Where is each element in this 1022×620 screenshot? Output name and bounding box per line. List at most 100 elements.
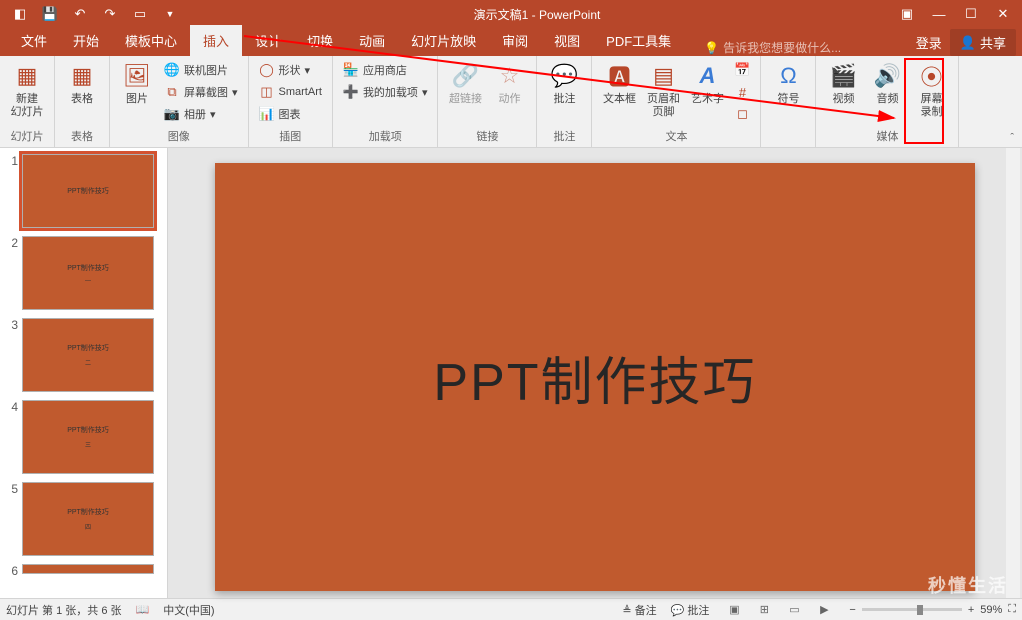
- ribbon-tabs: 文件 开始 模板中心 插入 设计 切换 动画 幻灯片放映 审阅 视图 PDF工具…: [0, 28, 1022, 56]
- undo-icon[interactable]: ↶: [68, 2, 92, 26]
- object-button[interactable]: ◻: [730, 104, 754, 124]
- comments-button[interactable]: 💬 批注: [671, 602, 710, 618]
- redo-icon[interactable]: ↷: [98, 2, 122, 26]
- album-icon: 📷: [164, 106, 180, 122]
- screenshot-button[interactable]: ⧉屏幕截图 ▾: [160, 82, 242, 102]
- slide-number-button[interactable]: #: [730, 82, 754, 102]
- zoom-out-icon[interactable]: −: [849, 604, 855, 616]
- language-indicator[interactable]: 中文(中国): [163, 602, 214, 618]
- pictures-icon: 🖼: [121, 60, 153, 92]
- ribbon-options-icon[interactable]: ▣: [892, 2, 922, 26]
- tab-slideshow[interactable]: 幻灯片放映: [398, 25, 489, 56]
- zoom-slider[interactable]: [862, 608, 962, 611]
- normal-view-icon[interactable]: ▣: [723, 602, 745, 618]
- hyperlink-icon: 🔗: [449, 60, 481, 92]
- thumbnail-6[interactable]: [22, 564, 154, 574]
- header-footer-icon: ▤: [647, 60, 679, 92]
- sorter-view-icon[interactable]: ⊞: [753, 602, 775, 618]
- close-icon[interactable]: ✕: [988, 2, 1018, 26]
- comment-icon: 💬: [548, 60, 580, 92]
- window-title: 演示文稿1 - PowerPoint: [182, 6, 892, 23]
- chart-icon: 📊: [259, 106, 275, 122]
- login-link[interactable]: 登录: [916, 33, 942, 52]
- fit-window-icon[interactable]: ⛶: [1008, 603, 1016, 616]
- share-icon: 👤: [960, 35, 976, 51]
- qat-more-icon[interactable]: ▼: [158, 2, 182, 26]
- symbol-icon: Ω: [772, 60, 804, 92]
- slide-thumbnail-panel[interactable]: 1 PPT制作技巧 2 PPT制作技巧— 3 PPT制作技巧二 4 PPT制作技…: [0, 148, 168, 598]
- reading-view-icon[interactable]: ▭: [783, 602, 805, 618]
- video-button[interactable]: 🎬 视频: [822, 60, 864, 106]
- main-area: 1 PPT制作技巧 2 PPT制作技巧— 3 PPT制作技巧二 4 PPT制作技…: [0, 148, 1022, 598]
- textbox-button[interactable]: 🅰 文本框: [598, 60, 640, 106]
- video-icon: 🎬: [827, 60, 859, 92]
- date-time-button[interactable]: 📅: [730, 60, 754, 80]
- app-icon: ◧: [8, 2, 32, 26]
- thumbnail-2[interactable]: PPT制作技巧—: [22, 236, 154, 310]
- slide-editor[interactable]: PPT制作技巧: [168, 148, 1022, 598]
- audio-button[interactable]: 🔊 音频: [866, 60, 908, 106]
- zoom-control[interactable]: − + 59% ⛶: [849, 603, 1016, 616]
- shapes-icon: ◯: [259, 62, 275, 78]
- smartart-button[interactable]: ◫SmartArt: [255, 82, 326, 102]
- object-icon: ◻: [734, 106, 750, 122]
- wordart-icon: A: [691, 60, 723, 92]
- shapes-button[interactable]: ◯形状 ▾: [255, 60, 326, 80]
- thumbnail-4[interactable]: PPT制作技巧三: [22, 400, 154, 474]
- maximize-icon[interactable]: ☐: [956, 2, 986, 26]
- tab-view[interactable]: 视图: [541, 25, 593, 56]
- current-slide[interactable]: PPT制作技巧: [215, 163, 975, 591]
- tab-design[interactable]: 设计: [242, 25, 294, 56]
- title-bar: ◧ 💾 ↶ ↷ ▭ ▼ 演示文稿1 - PowerPoint ▣ — ☐ ✕: [0, 0, 1022, 28]
- save-icon[interactable]: 💾: [38, 2, 62, 26]
- notes-button[interactable]: ≜ 备注: [622, 602, 656, 618]
- spellcheck-icon[interactable]: 📖: [136, 603, 150, 616]
- my-addins-button[interactable]: ➕我的加载项 ▾: [339, 82, 432, 102]
- pictures-button[interactable]: 🖼 图片: [116, 60, 158, 106]
- tab-template[interactable]: 模板中心: [112, 25, 190, 56]
- slideshow-view-icon[interactable]: ▶: [813, 602, 835, 618]
- comment-button[interactable]: 💬 批注: [543, 60, 585, 106]
- tab-home[interactable]: 开始: [60, 25, 112, 56]
- zoom-level[interactable]: 59%: [980, 604, 1002, 616]
- new-slide-button[interactable]: ▦ 新建 幻灯片: [6, 60, 48, 119]
- slidenum-icon: #: [734, 84, 750, 100]
- header-footer-button[interactable]: ▤ 页眉和页脚: [642, 60, 684, 119]
- table-button[interactable]: ▦ 表格: [61, 60, 103, 106]
- tab-insert[interactable]: 插入: [190, 25, 242, 56]
- audio-icon: 🔊: [871, 60, 903, 92]
- tab-pdf[interactable]: PDF工具集: [593, 25, 684, 56]
- table-icon: ▦: [66, 60, 98, 92]
- chart-button[interactable]: 📊图表: [255, 104, 326, 124]
- hyperlink-button[interactable]: 🔗 超链接: [444, 60, 486, 106]
- thumbnail-5[interactable]: PPT制作技巧四: [22, 482, 154, 556]
- action-button[interactable]: ☆ 动作: [488, 60, 530, 106]
- date-icon: 📅: [734, 62, 750, 78]
- tab-transition[interactable]: 切换: [294, 25, 346, 56]
- screen-rec-icon: ⦿: [915, 60, 947, 92]
- start-from-beginning-icon[interactable]: ▭: [128, 2, 152, 26]
- action-icon: ☆: [493, 60, 525, 92]
- tab-review[interactable]: 审阅: [489, 25, 541, 56]
- symbol-button[interactable]: Ω 符号: [767, 60, 809, 106]
- addins-icon: ➕: [343, 84, 359, 100]
- thumbnail-1[interactable]: PPT制作技巧: [22, 154, 154, 228]
- store-button[interactable]: 🏪应用商店: [339, 60, 432, 80]
- watermark: 秒懂生活: [928, 572, 1008, 598]
- online-pictures-button[interactable]: 🌐联机图片: [160, 60, 242, 80]
- minimize-icon[interactable]: —: [924, 2, 954, 26]
- share-button[interactable]: 👤 共享: [950, 29, 1016, 56]
- photo-album-button[interactable]: 📷相册 ▾: [160, 104, 242, 124]
- tab-file[interactable]: 文件: [8, 25, 60, 56]
- screenshot-icon: ⧉: [164, 84, 180, 100]
- online-pic-icon: 🌐: [164, 62, 180, 78]
- screen-recording-button[interactable]: ⦿ 屏幕 录制: [910, 60, 952, 119]
- thumbnail-3[interactable]: PPT制作技巧二: [22, 318, 154, 392]
- collapse-ribbon-icon[interactable]: ˆ: [1010, 132, 1014, 144]
- tab-animation[interactable]: 动画: [346, 25, 398, 56]
- zoom-in-icon[interactable]: +: [968, 604, 974, 616]
- tell-me-search[interactable]: 💡 告诉我您想要做什么...: [684, 39, 916, 56]
- wordart-button[interactable]: A 艺术字: [686, 60, 728, 106]
- slide-title-text[interactable]: PPT制作技巧: [433, 340, 756, 415]
- slide-counter[interactable]: 幻灯片 第 1 张，共 6 张: [6, 602, 122, 618]
